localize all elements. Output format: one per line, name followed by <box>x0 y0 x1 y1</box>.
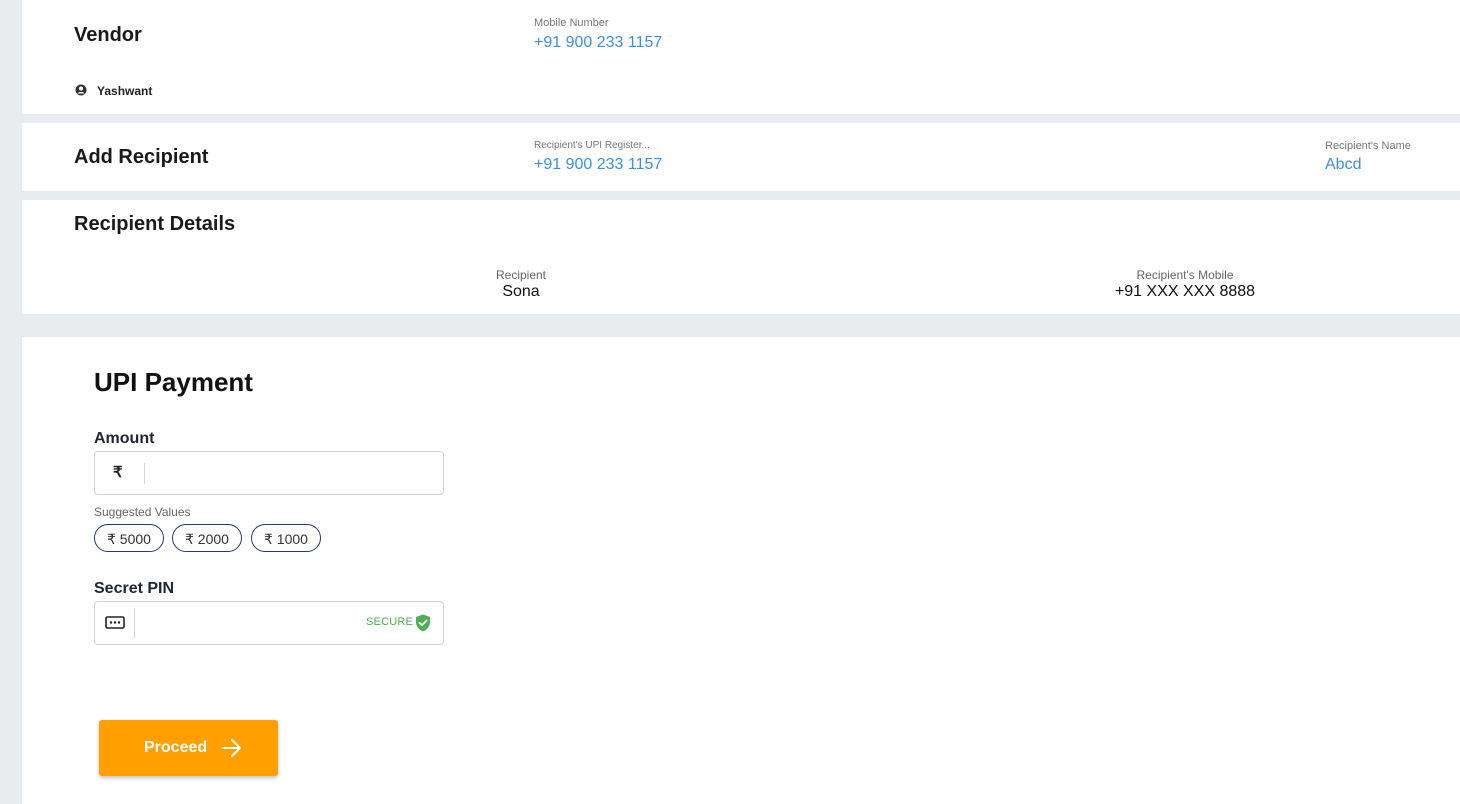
amount-divider <box>144 463 145 484</box>
suggested-values-label: Suggested Values <box>94 505 191 519</box>
recipient-label: Recipient <box>495 268 547 282</box>
secret-pin-field: SECURE <box>94 601 444 645</box>
vendor-mobile-value: +91 900 233 1157 <box>534 34 663 51</box>
secret-pin-input[interactable] <box>143 608 357 638</box>
recipient-mobile-column: Recipient's Mobile +91 XXX XXX 8888 <box>1065 268 1305 301</box>
arrow-right-icon <box>222 739 241 757</box>
currency-symbol: ₹ <box>113 464 123 481</box>
proceed-button[interactable]: Proceed <box>99 720 278 776</box>
vendor-mobile-label: Mobile Number <box>534 17 609 29</box>
upi-payment-card: UPI Payment Amount ₹ Suggested Values ₹ … <box>22 337 1460 804</box>
recipient-mobile-value: +91 XXX XXX 8888 <box>1114 283 1256 300</box>
recipient-details-card: Recipient Details Recipient Sona Recipie… <box>22 200 1460 314</box>
suggestion-chip-5000[interactable]: ₹ 5000 <box>94 524 164 552</box>
recipient-value: Sona <box>502 283 540 300</box>
amount-input[interactable] <box>155 458 429 488</box>
add-recipient-title: Add Recipient <box>74 146 209 168</box>
recipient-name-label: Recipient's Name <box>1325 140 1411 152</box>
recipient-details-title: Recipient Details <box>74 213 236 235</box>
recipient-upi-label: Recipient's UPI Register... <box>534 140 650 151</box>
recipient-name-column: Recipient Sona <box>421 268 621 301</box>
user-circle-icon <box>75 84 87 96</box>
vendor-card: Vendor Mobile Number +91 900 233 1157 Ya… <box>22 0 1460 114</box>
add-recipient-card: Add Recipient Recipient's UPI Register..… <box>22 123 1460 191</box>
suggestion-chip-1000[interactable]: ₹ 1000 <box>251 524 321 552</box>
amount-field: ₹ <box>94 451 444 495</box>
upi-payment-title: UPI Payment <box>94 367 253 397</box>
recipient-name-value: Abcd <box>1325 156 1362 173</box>
proceed-label: Proceed <box>144 739 208 756</box>
shield-check-icon <box>416 614 430 632</box>
secure-label: SECURE <box>366 616 414 628</box>
suggestion-chip-2000[interactable]: ₹ 2000 <box>172 524 242 552</box>
vendor-title: Vendor <box>74 24 142 46</box>
keypad-icon <box>105 616 125 629</box>
secret-pin-label: Secret PIN <box>94 580 175 597</box>
recipient-mobile-label: Recipient's Mobile <box>1136 268 1234 282</box>
pin-divider <box>134 608 135 638</box>
recipient-upi-value: +91 900 233 1157 <box>534 156 663 173</box>
amount-label: Amount <box>94 430 155 447</box>
vendor-user-name: Yashwant <box>97 84 153 98</box>
